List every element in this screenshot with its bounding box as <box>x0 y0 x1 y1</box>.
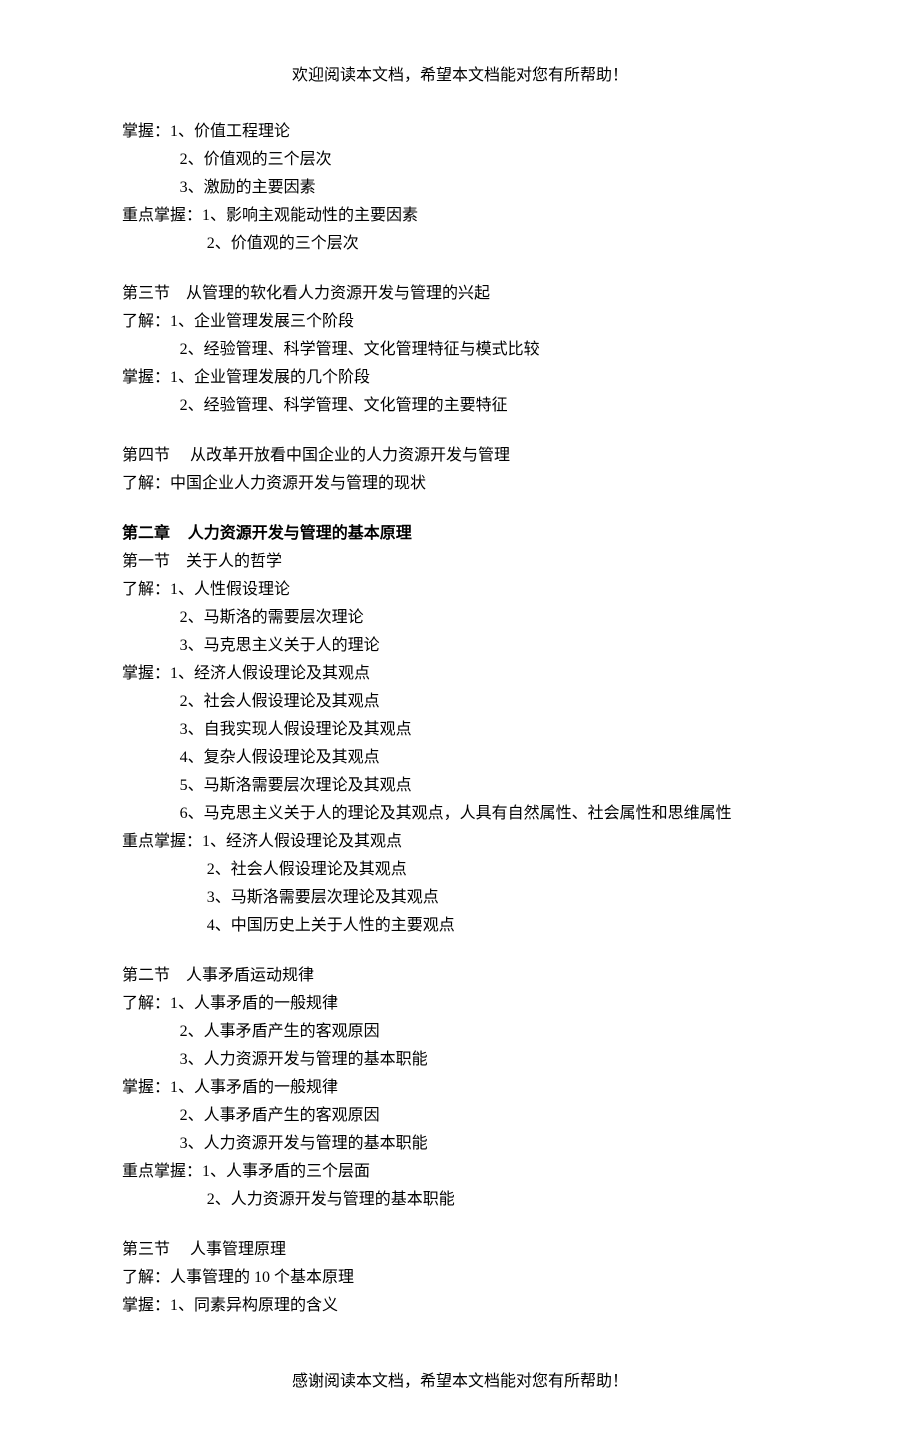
section-continued: 掌握：1、价值工程理论 2、价值观的三个层次 3、激励的主要因素 重点掌握：1、… <box>122 118 798 258</box>
list-item: 2、马斯洛的需要层次理论 <box>122 604 798 632</box>
understand-line: 了解：人事管理的 10 个基本原理 <box>122 1264 798 1292</box>
section-title: 第二节 人事矛盾运动规律 <box>122 962 798 990</box>
list-item: 6、马克思主义关于人的理论及其观点，人具有自然属性、社会属性和思维属性 <box>122 800 798 828</box>
section-title: 第三节 从管理的软化看人力资源开发与管理的兴起 <box>122 280 798 308</box>
key-line: 重点掌握：1、人事矛盾的三个层面 <box>122 1158 798 1186</box>
understand-line: 了解：中国企业人力资源开发与管理的现状 <box>122 470 798 498</box>
section-title: 第一节 关于人的哲学 <box>122 548 798 576</box>
section-title: 第三节 人事管理原理 <box>122 1236 798 1264</box>
chapter-title: 第二章 人力资源开发与管理的基本原理 <box>122 520 798 548</box>
list-item: 4、复杂人假设理论及其观点 <box>122 744 798 772</box>
list-item: 2、价值观的三个层次 <box>122 230 798 258</box>
section-4: 第四节 从改革开放看中国企业的人力资源开发与管理 了解：中国企业人力资源开发与管… <box>122 442 798 498</box>
list-item: 5、马斯洛需要层次理论及其观点 <box>122 772 798 800</box>
list-item: 2、人力资源开发与管理的基本职能 <box>122 1186 798 1214</box>
grasp-line: 掌握：1、价值工程理论 <box>122 118 798 146</box>
understand-line: 了解：1、人性假设理论 <box>122 576 798 604</box>
list-item: 3、激励的主要因素 <box>122 174 798 202</box>
section-3: 第三节 从管理的软化看人力资源开发与管理的兴起 了解：1、企业管理发展三个阶段 … <box>122 280 798 420</box>
list-item: 2、人事矛盾产生的客观原因 <box>122 1018 798 1046</box>
ch2-section-3: 第三节 人事管理原理 了解：人事管理的 10 个基本原理 掌握：1、同素异构原理… <box>122 1236 798 1320</box>
footer-note: 感谢阅读本文档，希望本文档能对您有所帮助！ <box>122 1368 798 1396</box>
list-item: 2、经验管理、科学管理、文化管理的主要特征 <box>122 392 798 420</box>
list-item: 2、人事矛盾产生的客观原因 <box>122 1102 798 1130</box>
understand-line: 了解：1、企业管理发展三个阶段 <box>122 308 798 336</box>
grasp-line: 掌握：1、人事矛盾的一般规律 <box>122 1074 798 1102</box>
grasp-line: 掌握：1、同素异构原理的含义 <box>122 1292 798 1320</box>
list-item: 2、经验管理、科学管理、文化管理特征与模式比较 <box>122 336 798 364</box>
list-item: 3、马斯洛需要层次理论及其观点 <box>122 884 798 912</box>
ch2-section-2: 第二节 人事矛盾运动规律 了解：1、人事矛盾的一般规律 2、人事矛盾产生的客观原… <box>122 962 798 1214</box>
grasp-line: 掌握：1、企业管理发展的几个阶段 <box>122 364 798 392</box>
document-page: 欢迎阅读本文档，希望本文档能对您有所帮助！ 掌握：1、价值工程理论 2、价值观的… <box>0 0 920 1446</box>
header-note: 欢迎阅读本文档，希望本文档能对您有所帮助！ <box>122 62 798 90</box>
list-item: 3、人力资源开发与管理的基本职能 <box>122 1130 798 1158</box>
list-item: 2、价值观的三个层次 <box>122 146 798 174</box>
list-item: 3、马克思主义关于人的理论 <box>122 632 798 660</box>
key-line: 重点掌握：1、经济人假设理论及其观点 <box>122 828 798 856</box>
list-item: 2、社会人假设理论及其观点 <box>122 688 798 716</box>
grasp-line: 掌握：1、经济人假设理论及其观点 <box>122 660 798 688</box>
list-item: 3、自我实现人假设理论及其观点 <box>122 716 798 744</box>
list-item: 2、社会人假设理论及其观点 <box>122 856 798 884</box>
section-title: 第四节 从改革开放看中国企业的人力资源开发与管理 <box>122 442 798 470</box>
list-item: 3、人力资源开发与管理的基本职能 <box>122 1046 798 1074</box>
list-item: 4、中国历史上关于人性的主要观点 <box>122 912 798 940</box>
understand-line: 了解：1、人事矛盾的一般规律 <box>122 990 798 1018</box>
key-line: 重点掌握：1、影响主观能动性的主要因素 <box>122 202 798 230</box>
chapter-2: 第二章 人力资源开发与管理的基本原理 第一节 关于人的哲学 了解：1、人性假设理… <box>122 520 798 940</box>
